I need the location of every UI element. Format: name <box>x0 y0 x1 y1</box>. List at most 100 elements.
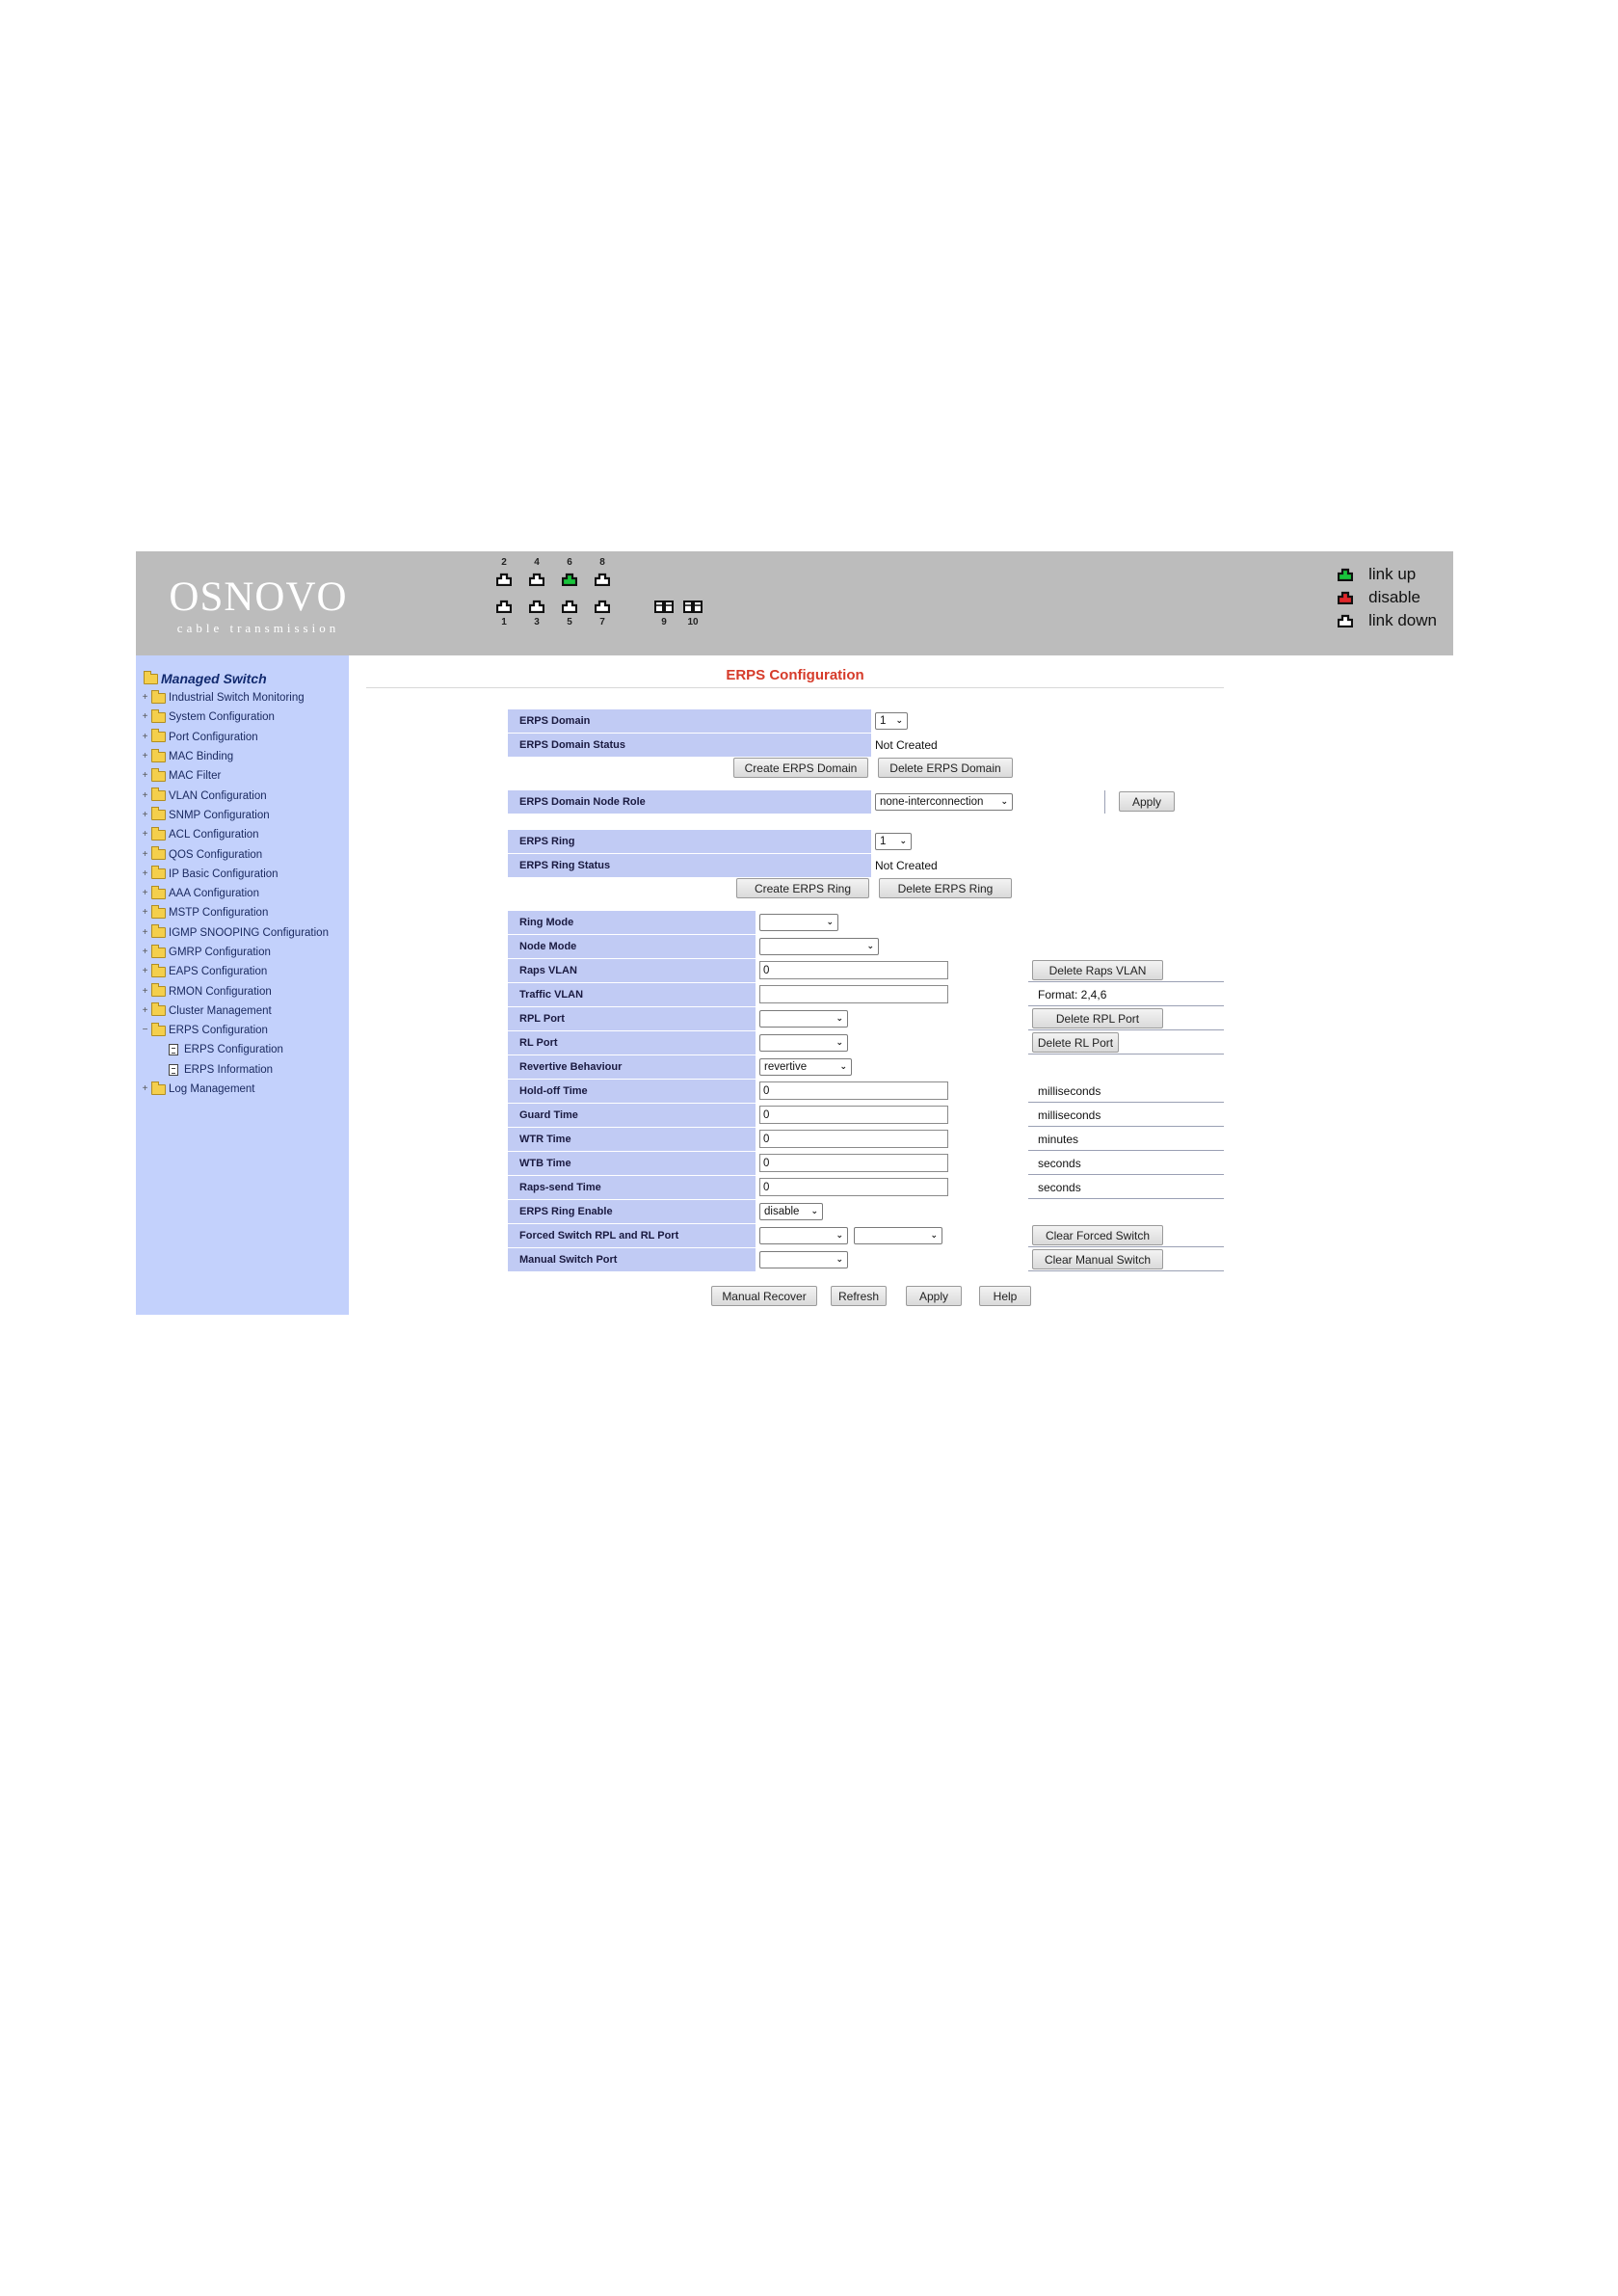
manual-recover-button[interactable]: Manual Recover <box>711 1286 817 1306</box>
expand-plus-icon[interactable]: + <box>141 986 149 997</box>
sfp-port-9-icon[interactable] <box>654 600 674 613</box>
sidebar-item-industrial-switch-monitoring[interactable]: + Industrial Switch Monitoring <box>136 688 349 707</box>
sidebar-item-gmrp-configuration[interactable]: + GMRP Configuration <box>136 943 349 962</box>
sidebar-item-acl-configuration[interactable]: + ACL Configuration <box>136 825 349 844</box>
row-wtr-time: WTR Time 0 minutes <box>508 1127 1224 1151</box>
sidebar-item-erps-configuration[interactable]: − ERPS Configuration <box>136 1021 349 1040</box>
sidebar-child-erps-information[interactable]: ERPS Information <box>136 1060 349 1080</box>
rl-port-select[interactable]: ⌄ <box>759 1033 848 1052</box>
wtr-time-input[interactable]: 0 <box>759 1130 948 1148</box>
sidebar-item-qos-configuration[interactable]: + QOS Configuration <box>136 844 349 864</box>
ring-mode-select[interactable]: ⌄ <box>759 913 838 931</box>
legend-label: link down <box>1368 611 1437 629</box>
expand-plus-icon[interactable]: + <box>141 810 149 820</box>
sidebar-item-log-management[interactable]: + Log Management <box>136 1080 349 1099</box>
sidebar-item-port-configuration[interactable]: + Port Configuration <box>136 728 349 747</box>
manual-switch-port-select[interactable]: ⌄ <box>759 1250 848 1268</box>
sidebar-item-igmp-snooping-configuration[interactable]: + IGMP SNOOPING Configuration <box>136 923 349 943</box>
expand-plus-icon[interactable]: + <box>141 889 149 898</box>
erps-domain-select[interactable]: 1 ⌄ <box>875 711 908 730</box>
sidebar-child-erps-configuration[interactable]: ERPS Configuration <box>136 1040 349 1059</box>
port-3-icon[interactable] <box>529 600 544 613</box>
expand-plus-icon[interactable]: + <box>141 693 149 703</box>
expand-plus-icon[interactable]: + <box>141 732 149 742</box>
create-erps-ring-button[interactable]: Create ERPS Ring <box>736 878 869 898</box>
sidebar-item-rmon-configuration[interactable]: + RMON Configuration <box>136 981 349 1001</box>
sidebar-item-cluster-management[interactable]: + Cluster Management <box>136 1001 349 1021</box>
refresh-button[interactable]: Refresh <box>831 1286 887 1306</box>
field-label: Guard Time <box>508 1103 756 1127</box>
node-role-apply-button[interactable]: Apply <box>1119 791 1175 812</box>
field-action-cell: Delete Raps VLAN <box>1028 959 1224 982</box>
sfp-port-10-icon[interactable] <box>683 600 703 613</box>
revertive-behaviour-select[interactable]: revertive ⌄ <box>759 1057 852 1076</box>
field-value-cell: ⌄ <box>756 910 1028 934</box>
expand-plus-icon[interactable]: + <box>141 948 149 957</box>
traffic-vlan-format-note: Format: 2,4,6 <box>1038 987 1107 1001</box>
sidebar-item-ip-basic-configuration[interactable]: + IP Basic Configuration <box>136 865 349 884</box>
guard-time-input[interactable]: 0 <box>759 1106 948 1124</box>
folder-icon <box>151 963 166 977</box>
port-number: 9 <box>661 617 667 627</box>
sidebar-item-mac-binding[interactable]: + MAC Binding <box>136 747 349 766</box>
help-button[interactable]: Help <box>979 1286 1031 1306</box>
sidebar-item-snmp-configuration[interactable]: + SNMP Configuration <box>136 806 349 825</box>
expand-plus-icon[interactable]: + <box>141 927 149 938</box>
expand-plus-icon[interactable]: + <box>141 790 149 801</box>
raps-send-time-input[interactable]: 0 <box>759 1178 948 1196</box>
node-mode-select[interactable]: ⌄ <box>759 937 879 955</box>
folder-icon <box>151 826 166 841</box>
port-5-icon[interactable] <box>562 600 577 613</box>
expand-plus-icon[interactable]: + <box>141 830 149 840</box>
forced-switch-rl-select[interactable]: ⌄ <box>854 1226 942 1244</box>
sidebar-item-aaa-configuration[interactable]: + AAA Configuration <box>136 884 349 903</box>
port-number: 2 <box>501 557 507 568</box>
expand-plus-icon[interactable]: + <box>141 752 149 761</box>
erps-ring-select[interactable]: 1 ⌄ <box>875 832 912 850</box>
delete-erps-domain-button[interactable]: Delete ERPS Domain <box>878 758 1013 778</box>
port-2-icon[interactable] <box>496 573 512 586</box>
create-erps-domain-button[interactable]: Create ERPS Domain <box>733 758 868 778</box>
expand-plus-icon[interactable]: + <box>141 908 149 918</box>
wtb-time-input[interactable]: 0 <box>759 1154 948 1172</box>
expand-plus-icon[interactable]: + <box>141 712 149 722</box>
row-raps-vlan: Raps VLAN 0 Delete Raps VLAN <box>508 958 1224 982</box>
expand-plus-icon[interactable]: + <box>141 771 149 781</box>
delete-raps-vlan-button[interactable]: Delete Raps VLAN <box>1032 960 1163 980</box>
sidebar-item-label: IP Basic Configuration <box>169 868 279 880</box>
raps-vlan-input[interactable]: 0 <box>759 961 948 979</box>
sidebar-item-eaps-configuration[interactable]: + EAPS Configuration <box>136 962 349 981</box>
clear-manual-switch-button[interactable]: Clear Manual Switch <box>1032 1249 1163 1269</box>
row-rl-port: RL Port ⌄ Delete RL Port <box>508 1030 1224 1055</box>
sidebar-item-mac-filter[interactable]: + MAC Filter <box>136 766 349 786</box>
sidebar-item-system-configuration[interactable]: + System Configuration <box>136 707 349 727</box>
expand-plus-icon[interactable]: + <box>141 967 149 976</box>
port-1-icon[interactable] <box>496 600 512 613</box>
collapse-minus-icon[interactable]: − <box>141 1026 149 1035</box>
tree-root-managed-switch[interactable]: Managed Switch <box>136 669 349 688</box>
delete-rpl-port-button[interactable]: Delete RPL Port <box>1032 1008 1163 1028</box>
expand-plus-icon[interactable]: + <box>141 1005 149 1016</box>
delete-rl-port-button[interactable]: Delete RL Port <box>1032 1032 1119 1053</box>
forced-switch-rpl-select[interactable]: ⌄ <box>759 1226 848 1244</box>
expand-plus-icon[interactable]: + <box>141 868 149 879</box>
port-7-icon[interactable] <box>595 600 610 613</box>
traffic-vlan-input[interactable] <box>759 985 948 1003</box>
clear-forced-switch-button[interactable]: Clear Forced Switch <box>1032 1225 1163 1245</box>
document-icon <box>169 1063 178 1076</box>
expand-plus-icon[interactable]: + <box>141 849 149 860</box>
node-role-select[interactable]: none-interconnection ⌄ <box>875 792 1013 811</box>
port-4-icon[interactable] <box>529 573 544 586</box>
apply-button[interactable]: Apply <box>906 1286 962 1306</box>
sidebar-item-mstp-configuration[interactable]: + MSTP Configuration <box>136 903 349 922</box>
port-8-icon[interactable] <box>595 573 610 586</box>
expand-plus-icon[interactable]: + <box>141 1084 149 1094</box>
delete-erps-ring-button[interactable]: Delete ERPS Ring <box>879 878 1012 898</box>
port-6-icon[interactable] <box>562 573 577 586</box>
sidebar-item-vlan-configuration[interactable]: + VLAN Configuration <box>136 786 349 805</box>
holdoff-time-input[interactable]: 0 <box>759 1081 948 1100</box>
row-forced-switch: Forced Switch RPL and RL Port ⌄ ⌄ Clear … <box>508 1223 1224 1247</box>
port-number: 10 <box>687 617 699 627</box>
erps-ring-enable-select[interactable]: disable ⌄ <box>759 1202 823 1220</box>
rpl-port-select[interactable]: ⌄ <box>759 1009 848 1028</box>
